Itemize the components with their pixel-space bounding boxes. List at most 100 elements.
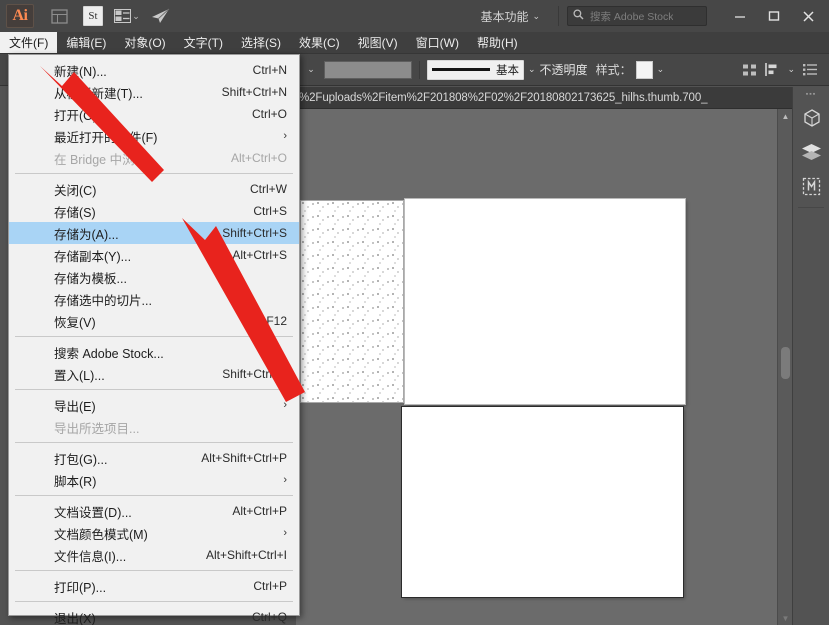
menu-row-open-recent[interactable]: 最近打开的文件(F) › bbox=[9, 125, 299, 147]
menu-label: 在 Bridge 中浏览... bbox=[54, 152, 158, 167]
adobe-stock-icon[interactable]: St bbox=[80, 5, 106, 27]
arrange-documents-icon[interactable]: ⌄ bbox=[114, 5, 140, 27]
close-button[interactable] bbox=[791, 3, 825, 29]
menu-item-file[interactable]: 文件(F) bbox=[0, 32, 58, 53]
menu-row-file-info[interactable]: 文件信息(I)... Alt+Shift+Ctrl+I bbox=[9, 544, 299, 566]
graphic-style-swatch[interactable] bbox=[635, 60, 653, 79]
menu-item-select[interactable]: 选择(S) bbox=[232, 32, 290, 53]
opacity-label[interactable]: 不透明度 bbox=[540, 61, 588, 78]
artboard-second[interactable] bbox=[402, 407, 683, 597]
menu-row-print[interactable]: 打印(P)... Ctrl+P bbox=[9, 575, 299, 597]
menu-label: 存储副本(Y)... bbox=[54, 249, 132, 264]
menu-shortcut: Ctrl+N bbox=[252, 63, 287, 77]
app-logo-icon: Ai bbox=[6, 4, 34, 28]
scrollbar-thumb[interactable] bbox=[781, 347, 790, 379]
menu-label: 导出(E) bbox=[54, 399, 96, 414]
graphic-style-label: 样式： bbox=[595, 63, 632, 77]
minimize-button[interactable] bbox=[723, 3, 757, 29]
menu-item-object[interactable]: 对象(O) bbox=[115, 32, 174, 53]
menu-label: 置入(L)... bbox=[54, 368, 105, 383]
chevron-right-icon: › bbox=[283, 399, 287, 411]
menu-label: 文档设置(D)... bbox=[54, 505, 132, 520]
arrange-documents-chevron-down-icon[interactable]: ⌄ bbox=[132, 11, 140, 22]
graphic-style-chevron-down-icon[interactable]: ⌄ bbox=[653, 64, 669, 75]
libraries-panel-icon[interactable] bbox=[793, 169, 829, 203]
menu-row-save-selected-slices[interactable]: 存储选中的切片... bbox=[9, 288, 299, 310]
menu-row-document-setup[interactable]: 文档设置(D)... Alt+Ctrl+P bbox=[9, 500, 299, 522]
menu-row-document-color-mode[interactable]: 文档颜色模式(M) › bbox=[9, 522, 299, 544]
menu-label: 存储选中的切片... bbox=[54, 293, 152, 308]
scroll-up-arrow-icon[interactable]: ▲ bbox=[778, 109, 792, 123]
menu-row-save[interactable]: 存储(S) Ctrl+S bbox=[9, 200, 299, 222]
canvas-area[interactable]: ▲ ▼ bbox=[296, 109, 792, 625]
menu-item-effect[interactable]: 效果(C) bbox=[290, 32, 349, 53]
control-divider-1 bbox=[419, 60, 420, 79]
distribute-chevron-down-icon[interactable]: ⌄ bbox=[783, 64, 799, 75]
panel-options-icon[interactable] bbox=[799, 60, 821, 80]
menu-item-view[interactable]: 视图(V) bbox=[349, 32, 407, 53]
menu-row-exit[interactable]: 退出(X) Ctrl+Q bbox=[9, 606, 299, 625]
menu-label: 打印(P)... bbox=[54, 580, 107, 595]
menu-row-close[interactable]: 关闭(C) Ctrl+W bbox=[9, 178, 299, 200]
distribute-objects-icon[interactable] bbox=[761, 60, 783, 80]
menu-label: 导出所选项目... bbox=[54, 421, 140, 436]
share-behance-icon[interactable] bbox=[148, 5, 174, 27]
menu-shortcut: Ctrl+S bbox=[253, 204, 287, 218]
menu-label: 退出(X) bbox=[54, 611, 96, 625]
menu-row-package[interactable]: 打包(G)... Alt+Shift+Ctrl+P bbox=[9, 447, 299, 469]
menu-row-save-as-template[interactable]: 存储为模板... bbox=[9, 266, 299, 288]
scroll-down-arrow-icon[interactable]: ▼ bbox=[778, 611, 792, 625]
menu-row-new[interactable]: 新建(N)... Ctrl+N bbox=[9, 59, 299, 81]
layers-panel-icon[interactable] bbox=[793, 135, 829, 169]
properties-panel-icon[interactable] bbox=[793, 101, 829, 135]
menu-shortcut: Shift+Ctrl+P bbox=[222, 367, 287, 381]
menu-separator bbox=[15, 173, 293, 174]
menu-row-new-from-template[interactable]: 从模板新建(T)... Shift+Ctrl+N bbox=[9, 81, 299, 103]
menu-row-save-a-copy[interactable]: 存储副本(Y)... Alt+Ctrl+S bbox=[9, 244, 299, 266]
menu-item-edit[interactable]: 编辑(E) bbox=[57, 32, 115, 53]
search-input[interactable]: 搜索 Adobe Stock bbox=[567, 6, 707, 26]
menu-item-type[interactable]: 文字(T) bbox=[175, 32, 232, 53]
menu-shortcut: Alt+Shift+Ctrl+I bbox=[205, 548, 287, 562]
stroke-preview-icon bbox=[432, 68, 490, 71]
menu-row-revert[interactable]: 恢复(V) F12 bbox=[9, 310, 299, 332]
stroke-profile-selector[interactable]: 基本 bbox=[427, 59, 524, 80]
menu-label: 存储(S) bbox=[54, 205, 96, 220]
fill-chevron-down-icon[interactable]: ⌄ bbox=[300, 60, 322, 80]
menu-label: 文档颜色模式(M) bbox=[54, 527, 148, 542]
menu-item-window[interactable]: 窗口(W) bbox=[407, 32, 468, 53]
artboard-texture[interactable] bbox=[300, 200, 404, 403]
dock-separator bbox=[798, 207, 824, 208]
bridge-icon[interactable] bbox=[46, 5, 72, 27]
stroke-profile-chevron-down-icon[interactable]: ⌄ bbox=[524, 64, 540, 75]
menu-row-open[interactable]: 打开(O)... Ctrl+O bbox=[9, 103, 299, 125]
menu-row-place[interactable]: 置入(L)... Shift+Ctrl+P bbox=[9, 363, 299, 385]
chevron-right-icon: › bbox=[283, 130, 287, 142]
menu-label: 新建(N)... bbox=[54, 64, 107, 79]
illustrator-window: Ai St ⌄ 基本功能 ⌄ 搜索 Adobe Stock 文件(F) 编辑(E… bbox=[0, 0, 829, 625]
menu-separator bbox=[15, 442, 293, 443]
menu-row-export[interactable]: 导出(E) › bbox=[9, 394, 299, 416]
align-objects-icon[interactable] bbox=[739, 60, 761, 80]
menu-row-save-as[interactable]: 存储为(A)... Shift+Ctrl+S bbox=[9, 222, 299, 244]
chevron-right-icon: › bbox=[283, 474, 287, 486]
menu-row-search-adobe-stock[interactable]: 搜索 Adobe Stock... bbox=[9, 341, 299, 363]
menu-item-help[interactable]: 帮助(H) bbox=[468, 32, 527, 53]
menu-row-scripts[interactable]: 脚本(R) › bbox=[9, 469, 299, 491]
workspace-switcher-label[interactable]: 基本功能 bbox=[480, 8, 528, 25]
menu-separator bbox=[15, 495, 293, 496]
artboard-main[interactable] bbox=[405, 199, 685, 404]
workspace-chevron-down-icon[interactable]: ⌄ bbox=[532, 11, 540, 22]
title-bar: Ai St ⌄ 基本功能 ⌄ 搜索 Adobe Stock bbox=[0, 0, 829, 32]
search-placeholder-text: 搜索 Adobe Stock bbox=[590, 10, 674, 23]
menu-label: 从模板新建(T)... bbox=[54, 86, 143, 101]
menu-separator bbox=[15, 570, 293, 571]
fill-color-field[interactable] bbox=[324, 60, 412, 79]
maximize-button[interactable] bbox=[757, 3, 791, 29]
canvas-vertical-scrollbar[interactable]: ▲ ▼ bbox=[777, 109, 792, 625]
dock-grabber-handle[interactable]: ▪▪▪ bbox=[793, 87, 829, 101]
menu-shortcut: Ctrl+W bbox=[250, 182, 287, 196]
menu-row-export-selection: 导出所选项目... bbox=[9, 416, 299, 438]
document-tab[interactable]: %2Fuploads%2Fitem%2F201808%2F02%2F201808… bbox=[296, 87, 792, 109]
menu-label: 最近打开的文件(F) bbox=[54, 130, 158, 145]
